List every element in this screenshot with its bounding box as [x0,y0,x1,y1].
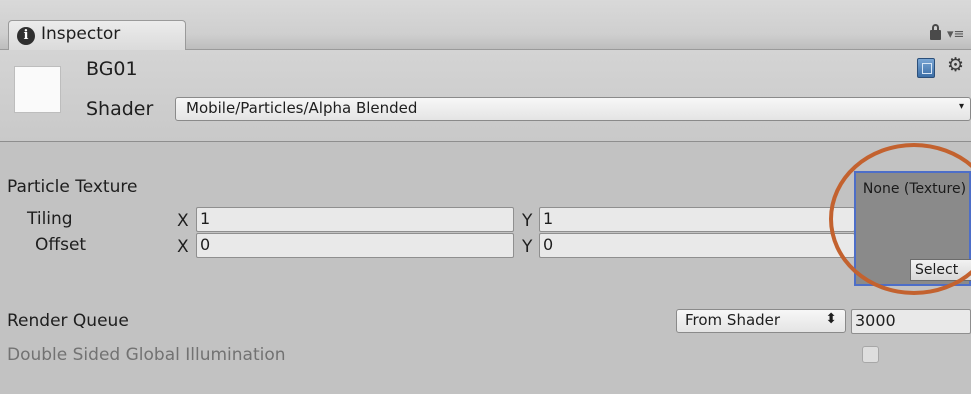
material-properties: Particle Texture Tiling X 1 Y 1 Offset X… [0,143,971,394]
double-sided-gi-label: Double Sided Global Illumination [7,345,286,365]
tiling-x-label[interactable]: X [177,211,189,231]
lock-icon[interactable] [930,24,941,40]
tiling-y-label[interactable]: Y [522,211,532,231]
render-queue-field[interactable]: 3000 [851,309,971,334]
tab-bar: i Inspector ▾≡ [0,0,971,51]
offset-y-label[interactable]: Y [522,237,532,257]
updown-arrow-icon: ⬍ [825,311,837,327]
shader-value: Mobile/Particles/Alpha Blended [186,99,418,117]
tiling-label: Tiling [27,209,73,229]
material-preview [14,66,61,113]
tiling-x-value: 1 [200,209,211,228]
tiling-y-field[interactable]: 1 [539,207,855,232]
offset-x-label[interactable]: X [177,237,189,257]
shader-label: Shader [86,98,154,120]
double-sided-gi-checkbox[interactable] [862,346,879,363]
tab-menu-icon[interactable]: ▾≡ [947,28,971,42]
material-name: BG01 [86,58,138,80]
render-queue-value: 3000 [855,311,896,330]
offset-y-field[interactable]: 0 [539,233,855,258]
info-icon: i [17,27,35,45]
tiling-y-value: 1 [543,209,554,228]
gear-icon[interactable]: ⚙ [947,54,964,76]
offset-label: Offset [35,235,87,255]
tab-inspector[interactable]: i Inspector [8,20,186,51]
offset-y-value: 0 [543,235,554,254]
tab-label: Inspector [41,24,121,44]
help-book-icon[interactable] [917,58,935,78]
offset-x-value: 0 [200,235,211,254]
shader-dropdown[interactable]: Mobile/Particles/Alpha Blended ▾ [175,97,971,121]
particle-texture-label: Particle Texture [7,177,138,197]
offset-x-field[interactable]: 0 [196,233,514,258]
tiling-x-field[interactable]: 1 [196,207,514,232]
render-queue-label: Render Queue [7,311,129,331]
render-queue-mode-dropdown[interactable]: From Shader ⬍ [676,309,846,333]
highlight-circle [829,143,971,295]
material-header: BG01 Shader Mobile/Particles/Alpha Blend… [0,50,971,142]
render-queue-mode: From Shader [685,311,781,329]
chevron-down-icon: ▾ [958,101,964,112]
